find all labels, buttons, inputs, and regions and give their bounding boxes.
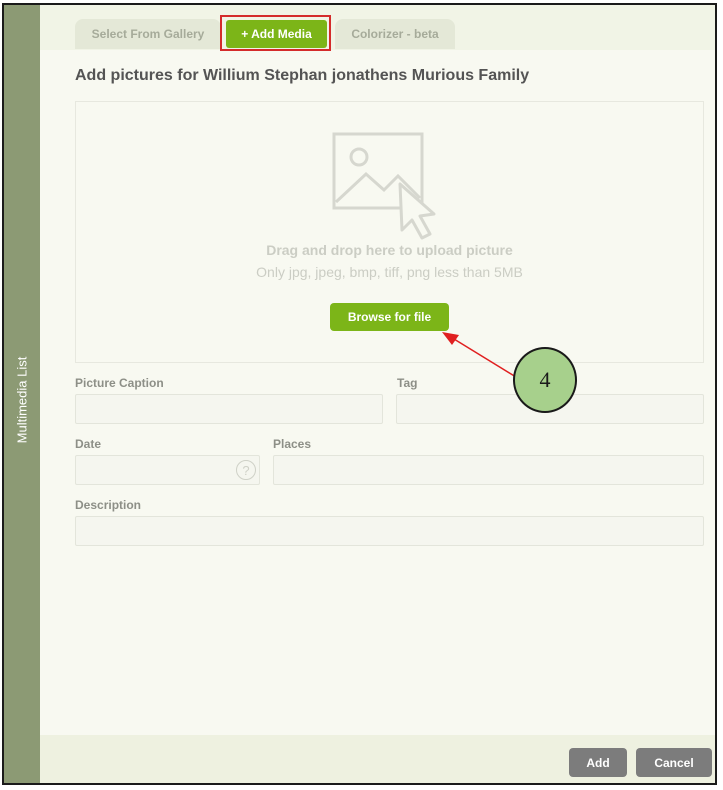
- multimedia-list-sidebar[interactable]: Multimedia List: [4, 5, 40, 783]
- add-media-dialog: Multimedia List Select From Gallery + Ad…: [2, 3, 717, 785]
- tag-label: Tag: [397, 376, 418, 390]
- tab-colorizer[interactable]: Colorizer - beta: [335, 19, 455, 49]
- image-upload-icon: [332, 132, 436, 240]
- cancel-button[interactable]: Cancel: [636, 748, 712, 777]
- picture-caption-label: Picture Caption: [75, 376, 164, 390]
- picture-caption-input[interactable]: [75, 394, 383, 424]
- places-label: Places: [273, 437, 312, 451]
- tab-add-media[interactable]: + Add Media: [226, 20, 327, 48]
- sidebar-label: Multimedia List: [14, 356, 30, 444]
- page-title: Add pictures for Willium Stephan jonathe…: [75, 67, 530, 84]
- tab-bar: Select From Gallery + Add Media Colorize…: [40, 5, 715, 51]
- upload-dropzone[interactable]: Drag and drop here to upload picture Onl…: [75, 101, 704, 363]
- browse-for-file-button[interactable]: Browse for file: [330, 303, 449, 331]
- places-input[interactable]: [273, 455, 704, 485]
- date-label: Date: [75, 437, 102, 451]
- help-icon[interactable]: ?: [236, 460, 256, 480]
- dropzone-title: Drag and drop here to upload picture: [266, 242, 513, 258]
- dropzone-hint: Only jpg, jpeg, bmp, tiff, png less than…: [256, 264, 523, 280]
- step-callout: 4: [513, 347, 577, 413]
- description-label: Description: [75, 498, 142, 512]
- description-input[interactable]: [75, 516, 704, 546]
- tab-select-from-gallery[interactable]: Select From Gallery: [75, 19, 221, 49]
- add-button[interactable]: Add: [569, 748, 627, 777]
- date-input[interactable]: ?: [75, 455, 260, 485]
